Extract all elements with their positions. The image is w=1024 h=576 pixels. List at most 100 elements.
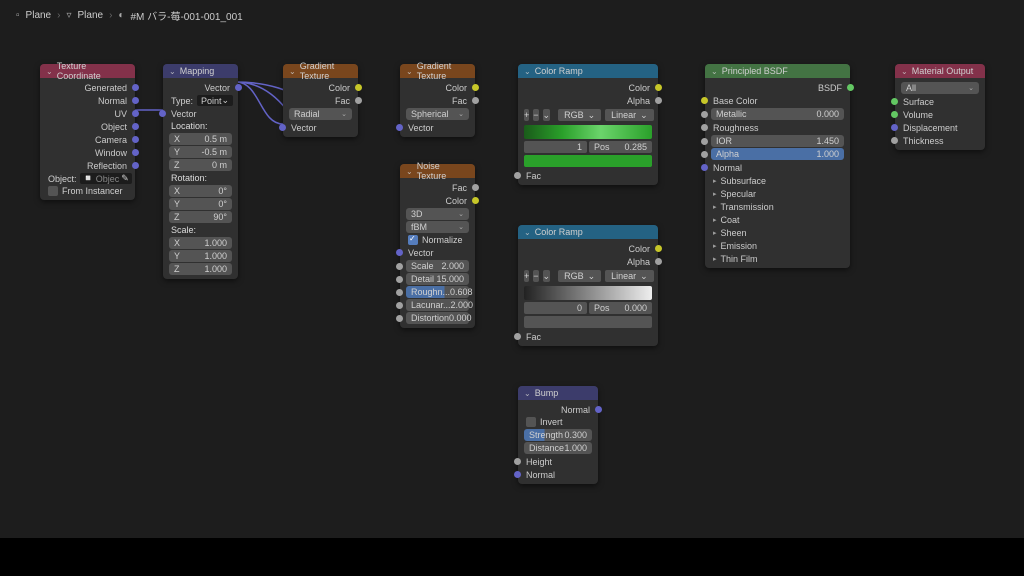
node-noise-texture[interactable]: ⌄ Noise Texture Fac Color 3D⌄ fBM⌄ Norma… <box>400 164 475 328</box>
breadcrumb-b[interactable]: Plane <box>78 10 104 21</box>
breadcrumb-a[interactable]: Plane <box>26 10 52 21</box>
bump-strength-slider[interactable]: Strength0.300 <box>524 429 592 441</box>
socket-in[interactable] <box>891 111 898 118</box>
socket-out[interactable] <box>235 84 242 91</box>
ramp-index-field[interactable]: 0 <box>524 302 587 314</box>
node-header[interactable]: ⌄ Color Ramp <box>518 225 658 239</box>
socket-in[interactable] <box>891 98 898 105</box>
type-dropdown[interactable]: Point⌄ <box>197 95 233 106</box>
ramp-remove-button[interactable]: − <box>533 109 538 121</box>
socket-out[interactable] <box>655 84 662 91</box>
rot-y[interactable]: Y0° <box>169 198 232 210</box>
socket-in[interactable] <box>396 263 403 270</box>
noise-dim-dropdown[interactable]: 3D⌄ <box>406 208 469 220</box>
loc-z[interactable]: Z0 m <box>169 159 232 171</box>
node-header[interactable]: ⌄ Material Output <box>895 64 985 78</box>
bump-distance-field[interactable]: Distance1.000 <box>524 442 592 454</box>
loc-x[interactable]: X0.5 m <box>169 133 232 145</box>
socket-out[interactable] <box>132 110 139 117</box>
ramp-pos-field[interactable]: Pos0.000 <box>589 302 652 314</box>
socket-in[interactable] <box>514 471 521 478</box>
socket-in[interactable] <box>159 110 166 117</box>
noise-roughn...-field[interactable]: Roughn...0.608 <box>406 286 469 298</box>
color-ramp-gradient[interactable] <box>524 286 652 300</box>
ramp-add-button[interactable]: + <box>524 109 529 121</box>
ramp-menu-button[interactable]: ⌄ <box>543 270 551 282</box>
alpha-slider[interactable]: Alpha1.000 <box>711 148 844 160</box>
bsdf-group-sheen[interactable]: ▸Sheen <box>705 226 850 239</box>
socket-out[interactable] <box>472 84 479 91</box>
socket-in[interactable] <box>396 276 403 283</box>
socket-in[interactable] <box>514 172 521 179</box>
loc-y[interactable]: Y-0.5 m <box>169 146 232 158</box>
socket-in[interactable] <box>701 138 708 145</box>
node-header[interactable]: ⌄ Noise Texture <box>400 164 475 178</box>
scale-z[interactable]: Z1.000 <box>169 263 232 275</box>
node-texture-coordinate[interactable]: ⌄ Texture Coordinate Generated Normal UV… <box>40 64 135 200</box>
socket-in[interactable] <box>396 302 403 309</box>
socket-in[interactable] <box>396 315 403 322</box>
node-header[interactable]: ⌄ Bump <box>518 386 598 400</box>
socket-out[interactable] <box>655 245 662 252</box>
socket-out[interactable] <box>355 84 362 91</box>
socket-out[interactable] <box>132 97 139 104</box>
socket-in[interactable] <box>701 151 708 158</box>
socket-in[interactable] <box>514 458 521 465</box>
output-target-dropdown[interactable]: All⌄ <box>901 82 979 94</box>
socket-in[interactable] <box>701 97 708 104</box>
bsdf-group-subsurface[interactable]: ▸Subsurface <box>705 174 850 187</box>
noise-lacunar...-field[interactable]: Lacunar...2.000 <box>406 299 469 311</box>
from-instancer-checkbox[interactable] <box>48 186 58 196</box>
invert-checkbox[interactable] <box>526 417 536 427</box>
ramp-mode-dropdown[interactable]: RGB⌄ <box>558 270 601 282</box>
socket-out[interactable] <box>132 84 139 91</box>
ramp-interp-dropdown[interactable]: Linear⌄ <box>605 270 654 282</box>
bsdf-group-specular[interactable]: ▸Specular <box>705 187 850 200</box>
node-editor-canvas[interactable]: ⌄ Texture Coordinate Generated Normal UV… <box>0 24 1024 536</box>
eyedropper-icon[interactable]: ✎ <box>121 173 129 184</box>
node-header[interactable]: ⌄ Color Ramp <box>518 64 658 78</box>
socket-in[interactable] <box>514 333 521 340</box>
socket-out[interactable] <box>355 97 362 104</box>
socket-out[interactable] <box>132 162 139 169</box>
node-principled-bsdf[interactable]: ⌄ Principled BSDF BSDF Base Color Metall… <box>705 64 850 268</box>
socket-out[interactable] <box>132 149 139 156</box>
ramp-pos-field[interactable]: Pos0.285 <box>589 141 652 153</box>
ramp-add-button[interactable]: + <box>524 270 529 282</box>
bsdf-group-emission[interactable]: ▸Emission <box>705 239 850 252</box>
object-picker[interactable]: ◽ Objec ✎ <box>80 173 132 184</box>
rot-x[interactable]: X0° <box>169 185 232 197</box>
gradient-mode-dropdown[interactable]: Radial⌄ <box>289 108 352 120</box>
scale-x[interactable]: X1.000 <box>169 237 232 249</box>
socket-in[interactable] <box>396 124 403 131</box>
socket-in[interactable] <box>396 289 403 296</box>
socket-in[interactable] <box>279 124 286 131</box>
socket-in[interactable] <box>891 137 898 144</box>
node-mapping[interactable]: ⌄ Mapping Vector Type: Point⌄ Vector Loc… <box>163 64 238 279</box>
noise-distortion-field[interactable]: Distortion0.000 <box>406 312 469 324</box>
scale-y[interactable]: Y1.000 <box>169 250 232 262</box>
gradient-mode-dropdown[interactable]: Spherical⌄ <box>406 108 469 120</box>
ramp-color-swatch[interactable] <box>524 316 652 328</box>
node-gradient-texture-2[interactable]: ⌄ Gradient Texture Color Fac Spherical⌄ … <box>400 64 475 137</box>
normalize-checkbox[interactable] <box>408 235 418 245</box>
socket-in[interactable] <box>701 111 708 118</box>
socket-in[interactable] <box>701 124 708 131</box>
ramp-mode-dropdown[interactable]: RGB⌄ <box>558 109 601 121</box>
node-color-ramp-1[interactable]: ⌄ Color Ramp Color Alpha + − ⌄ RGB⌄ Line… <box>518 64 658 185</box>
socket-in[interactable] <box>891 124 898 131</box>
socket-in[interactable] <box>701 164 708 171</box>
noise-scale-field[interactable]: Scale2.000 <box>406 260 469 272</box>
node-bump[interactable]: ⌄ Bump Normal Invert Strength0.300 Dista… <box>518 386 598 484</box>
rot-z[interactable]: Z90° <box>169 211 232 223</box>
node-header[interactable]: ⌄ Texture Coordinate <box>40 64 135 78</box>
node-header[interactable]: ⌄ Gradient Texture <box>400 64 475 78</box>
node-header[interactable]: ⌄ Mapping <box>163 64 238 78</box>
socket-out[interactable] <box>132 136 139 143</box>
noise-basis-dropdown[interactable]: fBM⌄ <box>406 221 469 233</box>
noise-detail-field[interactable]: Detail15.000 <box>406 273 469 285</box>
breadcrumb-c[interactable]: #M バラ-莓-001-001_001 <box>130 8 242 23</box>
bsdf-group-transmission[interactable]: ▸Transmission <box>705 200 850 213</box>
socket-out[interactable] <box>655 97 662 104</box>
socket-in[interactable] <box>396 249 403 256</box>
